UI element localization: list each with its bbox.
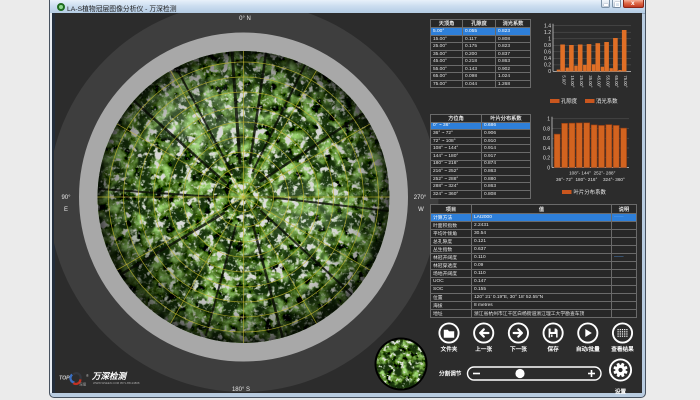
- svg-text:324°- 360°: 324°- 360°: [603, 177, 625, 182]
- svg-text:75.00°: 75.00°: [623, 75, 628, 87]
- svg-text:分割调节: 分割调节: [439, 370, 462, 378]
- svg-text:0: 0: [548, 69, 551, 75]
- svg-text:0.8: 0.8: [543, 126, 550, 132]
- svg-text:0.6: 0.6: [544, 50, 551, 56]
- svg-text:25.00°: 25.00°: [579, 75, 584, 87]
- svg-text:1.2: 1.2: [544, 30, 551, 36]
- svg-text:深瞳: 深瞳: [79, 382, 87, 387]
- svg-text:保存: 保存: [546, 345, 559, 353]
- svg-text:孔隙度: 孔隙度: [561, 97, 578, 105]
- svg-text:15.00°: 15.00°: [570, 75, 575, 87]
- svg-text:查看结果: 查看结果: [610, 345, 634, 353]
- svg-text:90°: 90°: [61, 195, 71, 201]
- svg-text:45.00°: 45.00°: [597, 75, 602, 87]
- svg-text:36°- 72°: 36°- 72°: [556, 177, 573, 182]
- svg-text:下一张: 下一张: [510, 345, 527, 353]
- svg-text:0.4: 0.4: [543, 146, 550, 152]
- svg-text:®: ®: [86, 374, 89, 378]
- svg-text:0: 0: [547, 165, 550, 171]
- svg-text:0.4: 0.4: [544, 56, 551, 62]
- svg-text:TOP: TOP: [59, 376, 70, 382]
- svg-text:270°: 270°: [414, 195, 427, 201]
- svg-text:0.2: 0.2: [544, 63, 551, 69]
- svg-text:自动/批量: 自动/批量: [576, 345, 600, 353]
- svg-text:108°- 144°: 108°- 144°: [569, 171, 591, 176]
- svg-text:0.6: 0.6: [543, 136, 550, 142]
- svg-text:叶片分布系数: 叶片分布系数: [574, 188, 607, 196]
- svg-text:E: E: [64, 207, 68, 213]
- svg-text:55.00°: 55.00°: [605, 75, 610, 87]
- svg-text:W: W: [418, 207, 424, 213]
- svg-text:35.00°: 35.00°: [588, 75, 593, 87]
- svg-text:1: 1: [547, 117, 550, 123]
- svg-text:消光系数: 消光系数: [596, 97, 618, 105]
- svg-text:文件夹: 文件夹: [441, 345, 458, 353]
- svg-text:1.4: 1.4: [544, 24, 551, 30]
- svg-text:0° N: 0° N: [239, 16, 251, 22]
- svg-text:设置: 设置: [615, 388, 627, 396]
- svg-text:252°- 288°: 252°- 288°: [594, 171, 616, 176]
- svg-text:5.00°: 5.00°: [561, 75, 566, 85]
- svg-text:0.2: 0.2: [543, 156, 550, 162]
- svg-text:上一张: 上一张: [475, 345, 492, 353]
- svg-text:1: 1: [548, 37, 551, 43]
- svg-text:0.8: 0.8: [544, 43, 551, 49]
- svg-text:180° S: 180° S: [232, 387, 250, 393]
- svg-text:180°- 216°: 180°- 216°: [575, 177, 597, 182]
- svg-text:65.00°: 65.00°: [614, 75, 619, 87]
